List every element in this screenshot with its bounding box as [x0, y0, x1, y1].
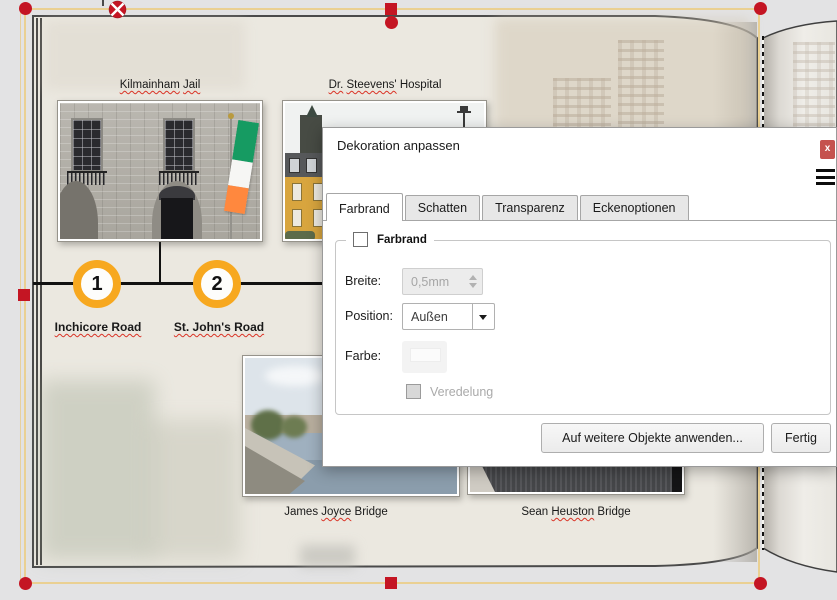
tab-bar: Farbrand Schatten Transparenz Eckenoptio…: [326, 193, 691, 220]
guide-tick: [102, 0, 104, 6]
position-value: Außen: [411, 310, 448, 324]
editor-canvas: 1 2 Inchicore Road St. John's Road Kilma…: [0, 0, 837, 600]
faded-shadow: [300, 545, 355, 567]
photo-kilmainham-jail[interactable]: [57, 100, 263, 242]
resize-handle-bottom-right[interactable]: [754, 577, 767, 590]
farbrand-checkbox[interactable]: [353, 232, 368, 247]
road-label-inchicore[interactable]: Inchicore Road: [37, 320, 159, 334]
road-label-st-johns[interactable]: St. John's Road: [158, 320, 280, 334]
farbe-color-button: [402, 341, 447, 373]
apply-to-more-objects-button[interactable]: Auf weitere Objekte anwenden...: [541, 423, 764, 453]
faded-trees: [150, 420, 240, 560]
spinner-up-icon: [469, 275, 477, 280]
spinner-down-icon: [469, 283, 477, 288]
timeline-stop-number: 2: [211, 273, 222, 296]
farbe-label: Farbe:: [345, 349, 381, 363]
resize-handle-bottom-left[interactable]: [19, 577, 32, 590]
veredelung-label: Veredelung: [430, 385, 493, 399]
veredelung-checkbox: [406, 384, 421, 399]
tab-farbrand[interactable]: Farbrand: [326, 193, 403, 221]
breite-value: 0,5mm: [411, 275, 449, 289]
caption-dr-steevens-hospital[interactable]: Dr. Steevens' Hospital: [310, 79, 460, 91]
page-edge-line: [36, 18, 38, 565]
faded-trees: [40, 380, 155, 560]
photo-image: [60, 103, 260, 239]
caption-james-joyce-bridge[interactable]: James Joyce Bridge: [261, 506, 411, 518]
resize-handle-top-right[interactable]: [754, 2, 767, 15]
menu-icon[interactable]: [816, 169, 835, 189]
dialog-dekoration-anpassen: Dekoration anpassen x Farbrand Schatten …: [322, 127, 837, 467]
dropdown-arrow-icon[interactable]: [472, 304, 494, 329]
caption-sean-heuston-bridge[interactable]: Sean Heuston Bridge: [501, 506, 651, 518]
farbrand-group-legend: Farbrand: [346, 232, 434, 247]
breite-label: Breite:: [345, 274, 381, 288]
resize-handle-top-left[interactable]: [19, 2, 32, 15]
position-label: Position:: [345, 309, 393, 323]
tab-schatten[interactable]: Schatten: [405, 195, 480, 220]
dialog-title: Dekoration anpassen: [337, 138, 460, 153]
faded-window-grid: [553, 78, 611, 127]
farbrand-group: Farbrand Breite: 0,5mm Position: Außen F…: [335, 240, 831, 415]
tab-eckenoptionen[interactable]: Eckenoptionen: [580, 195, 689, 220]
position-dropdown[interactable]: Außen: [402, 303, 495, 330]
timeline-stop-2[interactable]: 2: [193, 260, 241, 308]
breite-spinner: 0,5mm: [402, 268, 483, 295]
farbrand-group-label: Farbrand: [377, 234, 427, 246]
color-swatch: [410, 348, 441, 362]
move-rotate-icon[interactable]: [108, 0, 127, 19]
rotate-handle[interactable]: [385, 16, 398, 29]
fertig-button[interactable]: Fertig: [771, 423, 831, 453]
resize-handle-top-center[interactable]: [385, 3, 397, 15]
timeline-connector: [159, 242, 161, 284]
caption-kilmainham-jail[interactable]: Kilmainham Jail: [85, 79, 235, 91]
resize-handle-bottom-center[interactable]: [385, 577, 397, 589]
timeline-stop-number: 1: [91, 273, 102, 296]
veredelung-row: Veredelung: [406, 384, 493, 399]
faded-window-grid: [793, 42, 835, 134]
faded-window-grid: [618, 40, 664, 127]
resize-handle-left-center[interactable]: [18, 289, 30, 301]
close-button[interactable]: x: [820, 140, 835, 159]
tab-transparenz[interactable]: Transparenz: [482, 195, 578, 220]
timeline-stop-1[interactable]: 1: [73, 260, 121, 308]
